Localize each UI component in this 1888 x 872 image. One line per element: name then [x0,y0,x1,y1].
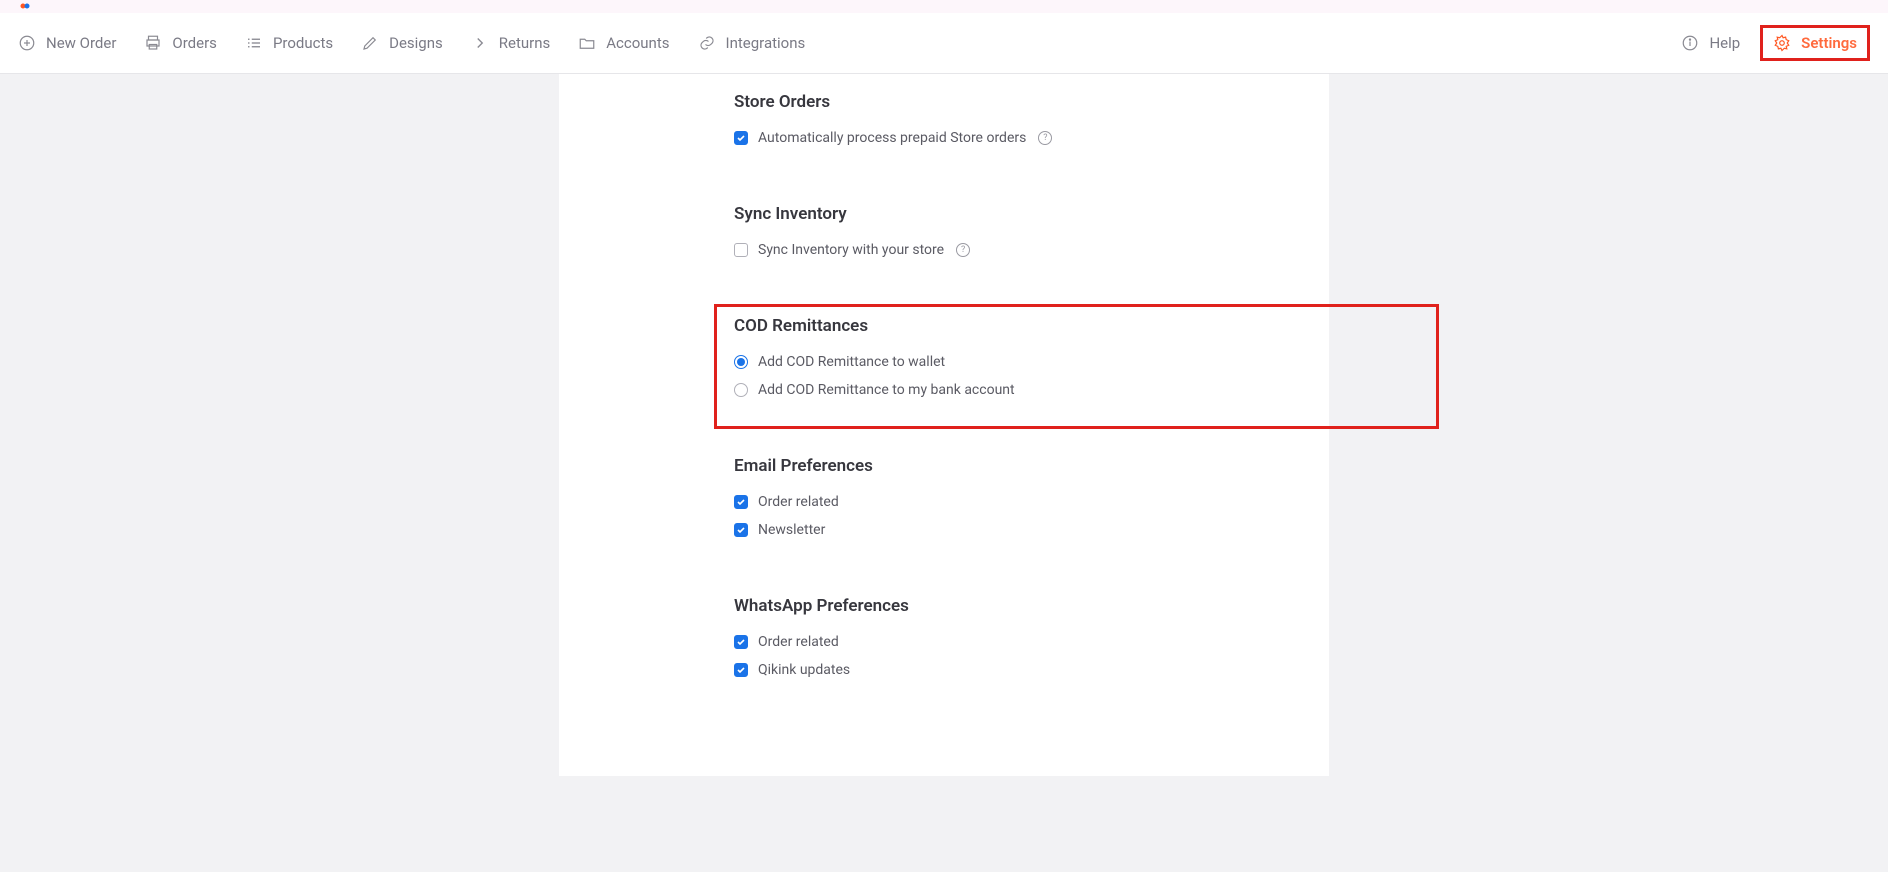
option-cod-bank: Add COD Remittance to my bank account [734,382,1269,398]
checkmark-icon [736,133,746,143]
content-area: Store Orders Automatically process prepa… [0,74,1888,776]
printer-icon [144,34,162,52]
nav-right-group: Help Settings [1681,25,1870,61]
nav-orders[interactable]: Orders [144,34,217,52]
section-title: COD Remittances [734,316,1269,336]
checkbox-email-order[interactable] [734,495,748,509]
section-title: Store Orders [734,92,1269,112]
chevron-right-icon [471,34,489,52]
plus-circle-icon [18,34,36,52]
nav-label: Accounts [606,34,669,52]
nav-label: Help [1709,34,1740,52]
nav-label: Returns [499,34,550,52]
option-label: Automatically process prepaid Store orde… [758,130,1026,146]
section-whatsapp-preferences: WhatsApp Preferences Order related Qikin… [559,596,1329,678]
option-email-order: Order related [734,494,1269,510]
nav-integrations[interactable]: Integrations [698,34,806,52]
section-title: Sync Inventory [734,204,1269,224]
pencil-icon [361,34,379,52]
nav-label: Designs [389,34,443,52]
checkmark-icon [736,525,746,535]
section-email-preferences: Email Preferences Order related Newslett… [559,456,1329,538]
option-whatsapp-order: Order related [734,634,1269,650]
info-icon [1681,34,1699,52]
logo-fragment-icon [20,1,30,11]
option-sync-inventory: Sync Inventory with your store ? [734,242,1269,258]
checkbox-email-newsletter[interactable] [734,523,748,537]
section-title: Email Preferences [734,456,1269,476]
option-label: Order related [758,494,839,510]
nav-label: New Order [46,34,116,52]
option-label: Qikink updates [758,662,850,678]
link-icon [698,34,716,52]
checkmark-icon [736,497,746,507]
list-icon [245,34,263,52]
help-icon[interactable]: ? [1038,131,1052,145]
folder-icon [578,34,596,52]
checkbox-sync-inventory[interactable] [734,243,748,257]
section-store-orders: Store Orders Automatically process prepa… [559,92,1329,146]
option-label: Order related [758,634,839,650]
nav-label: Orders [172,34,217,52]
help-icon[interactable]: ? [956,243,970,257]
top-strip [0,0,1888,13]
radio-cod-wallet[interactable] [734,355,748,369]
option-label: Add COD Remittance to wallet [758,354,945,370]
nav-left-group: New Order Orders Products Designs Return… [18,34,805,52]
settings-card: Store Orders Automatically process prepa… [559,74,1329,776]
nav-label: Products [273,34,333,52]
checkmark-icon [736,637,746,647]
checkbox-auto-process[interactable] [734,131,748,145]
nav-new-order[interactable]: New Order [18,34,116,52]
gear-icon [1773,34,1791,52]
option-label: Sync Inventory with your store [758,242,944,258]
radio-cod-bank[interactable] [734,383,748,397]
nav-settings[interactable]: Settings [1773,34,1857,52]
section-cod-remittances: COD Remittances Add COD Remittance to wa… [559,316,1329,398]
section-sync-inventory: Sync Inventory Sync Inventory with your … [559,204,1329,258]
option-auto-process: Automatically process prepaid Store orde… [734,130,1269,146]
top-navbar: New Order Orders Products Designs Return… [0,13,1888,74]
checkmark-icon [736,665,746,675]
option-label: Newsletter [758,522,825,538]
checkbox-whatsapp-updates[interactable] [734,663,748,677]
option-email-newsletter: Newsletter [734,522,1269,538]
nav-designs[interactable]: Designs [361,34,443,52]
nav-label: Integrations [726,34,806,52]
nav-label: Settings [1801,34,1857,52]
option-label: Add COD Remittance to my bank account [758,382,1015,398]
option-cod-wallet: Add COD Remittance to wallet [734,354,1269,370]
checkbox-whatsapp-order[interactable] [734,635,748,649]
nav-accounts[interactable]: Accounts [578,34,669,52]
section-title: WhatsApp Preferences [734,596,1269,616]
nav-returns[interactable]: Returns [471,34,550,52]
nav-help[interactable]: Help [1681,34,1740,52]
settings-highlight-box: Settings [1760,25,1870,61]
nav-products[interactable]: Products [245,34,333,52]
option-whatsapp-updates: Qikink updates [734,662,1269,678]
